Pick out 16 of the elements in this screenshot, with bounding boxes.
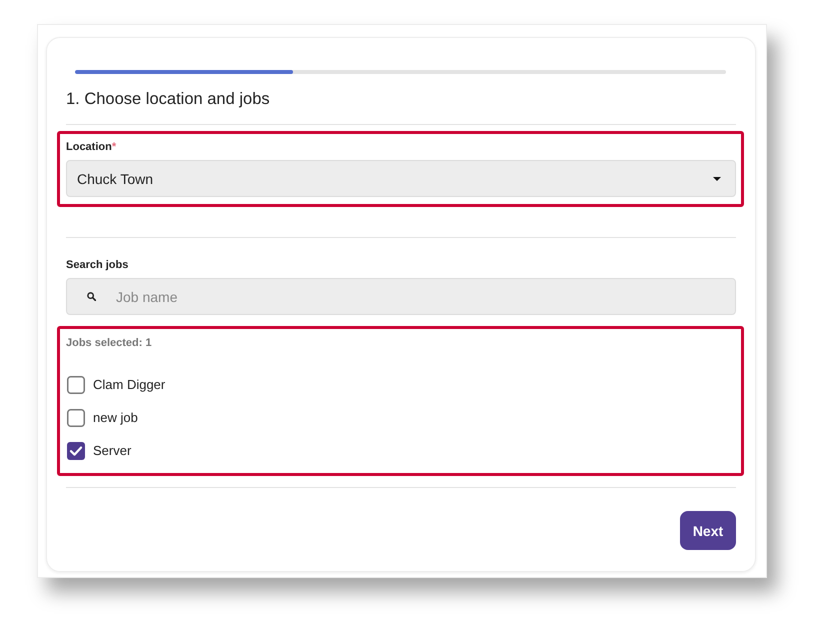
jobs-selected-count: Jobs selected: 1 [66, 336, 153, 350]
checkbox[interactable] [67, 442, 85, 460]
search-field[interactable]: Job name [66, 278, 736, 315]
required-mark: * [112, 141, 116, 153]
search-label: Search jobs [66, 258, 130, 272]
job-label: Server [93, 442, 132, 460]
caret-icon [713, 176, 721, 180]
search-icon [87, 292, 96, 301]
next-button[interactable]: Next [680, 511, 736, 550]
location-select[interactable]: Chuck Town [66, 160, 736, 197]
checkbox[interactable] [67, 376, 85, 394]
checkbox[interactable] [67, 409, 85, 427]
job-label: new job [93, 409, 138, 427]
location-label: Location [66, 141, 112, 153]
job-label: Clam Digger [93, 376, 166, 394]
step-title: 1. Choose location and jobs [66, 89, 271, 110]
